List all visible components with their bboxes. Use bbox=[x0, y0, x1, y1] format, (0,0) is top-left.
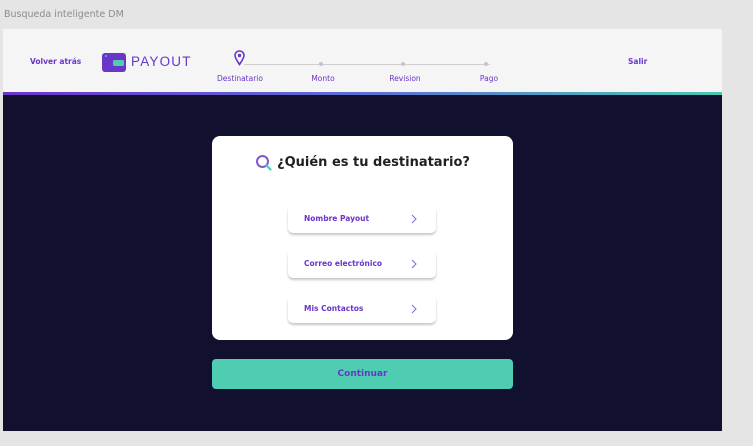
option-nombre-payout[interactable]: Nombre Payout bbox=[288, 205, 436, 233]
step-revision: Revision bbox=[389, 74, 421, 83]
chevron-right-icon bbox=[411, 214, 417, 224]
option-label: Nombre Payout bbox=[304, 214, 370, 223]
step-destinatario: Destinatario bbox=[217, 74, 263, 83]
chevron-right-icon bbox=[411, 304, 417, 314]
option-label: Mis Contactos bbox=[304, 304, 364, 313]
step-dot-revision bbox=[401, 62, 405, 66]
stepper-track bbox=[244, 64, 490, 65]
step-dot-monto bbox=[319, 62, 323, 66]
map-pin-icon bbox=[234, 50, 245, 66]
option-label: Correo electrónico bbox=[304, 259, 383, 268]
app-frame: Volver atrás PAYOUT Destinatario Monto R… bbox=[3, 29, 722, 431]
wallet-icon bbox=[102, 53, 126, 72]
option-mis-contactos[interactable]: Mis Contactos bbox=[288, 295, 436, 323]
logout-button[interactable]: Salir bbox=[628, 57, 647, 66]
step-monto: Monto bbox=[311, 74, 335, 83]
recipient-card: ¿Quién es tu destinatario? Nombre Payout… bbox=[212, 136, 513, 340]
card-title: ¿Quién es tu destinatario? bbox=[212, 154, 513, 171]
option-correo-electronico[interactable]: Correo electrónico bbox=[288, 250, 436, 278]
header-gradient-line bbox=[3, 92, 722, 95]
chevron-right-icon bbox=[411, 259, 417, 269]
header: Volver atrás PAYOUT Destinatario Monto R… bbox=[3, 29, 722, 92]
back-button[interactable]: Volver atrás bbox=[30, 57, 81, 66]
frame-title: Busqueda inteligente DM bbox=[4, 9, 124, 20]
card-title-text: ¿Quién es tu destinatario? bbox=[277, 155, 470, 170]
continue-button[interactable]: Continuar bbox=[212, 359, 513, 389]
step-pago: Pago bbox=[479, 74, 499, 83]
logo-text: PAYOUT bbox=[131, 54, 192, 69]
search-icon bbox=[256, 155, 272, 171]
step-dot-pago bbox=[484, 62, 488, 66]
